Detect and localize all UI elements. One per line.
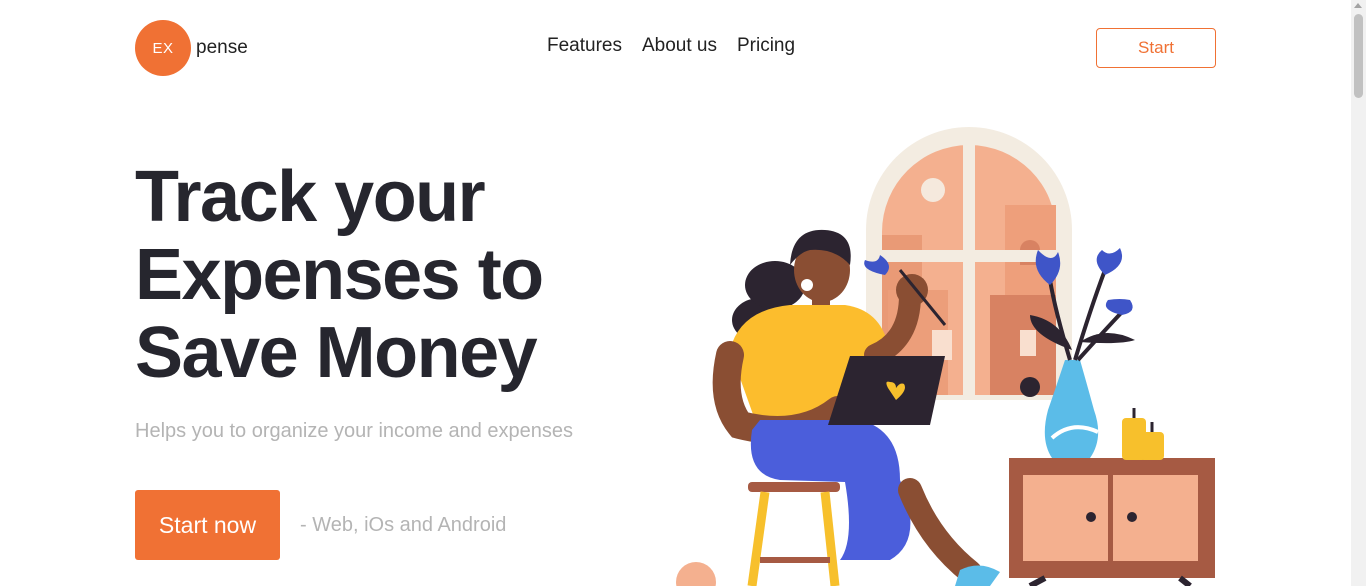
platforms-text: - Web, iOs and Android bbox=[300, 514, 507, 536]
logo-text: pense bbox=[196, 37, 248, 58]
window-mullion-vertical bbox=[963, 142, 975, 397]
stool-rung bbox=[760, 557, 830, 563]
hero-title-line-1: Track your bbox=[135, 157, 486, 237]
scroll-up-arrow-icon[interactable] bbox=[1354, 3, 1362, 8]
hand-right bbox=[896, 274, 928, 306]
hero-subtitle: Helps you to organize your income and ex… bbox=[135, 420, 574, 442]
cabinet-door-right bbox=[1113, 475, 1198, 561]
flower-3-icon bbox=[1105, 299, 1133, 315]
hero-title: Track your Expenses to Save Money bbox=[135, 158, 655, 392]
sun-icon bbox=[921, 178, 945, 202]
leaf-2 bbox=[1080, 332, 1135, 344]
cabinet-knob-left bbox=[1086, 512, 1096, 522]
stool-seat bbox=[748, 482, 840, 492]
woman-with-laptop-illustration bbox=[676, 127, 1215, 586]
flower-2-icon bbox=[1096, 248, 1123, 275]
candle-short bbox=[1140, 432, 1164, 460]
start-button[interactable]: Start bbox=[1096, 28, 1216, 68]
scroll-thumb[interactable] bbox=[1354, 14, 1363, 98]
hero-title-line-3: Save Money bbox=[135, 313, 538, 393]
nav-features-link[interactable]: Features bbox=[547, 35, 622, 57]
earring bbox=[801, 279, 813, 291]
nav-about-link[interactable]: About us bbox=[642, 35, 717, 57]
cabinet-leg-left bbox=[1028, 575, 1047, 586]
logo[interactable]: EX pense bbox=[135, 20, 248, 76]
logo-mark: EX bbox=[135, 20, 191, 76]
landing-page: EX pense Features About us Pricing Start… bbox=[0, 0, 1366, 586]
window-mullion-horizontal bbox=[882, 250, 1056, 262]
leg-lower bbox=[898, 478, 982, 584]
small-dome bbox=[1020, 377, 1040, 397]
stool-leg-right bbox=[820, 491, 840, 586]
vertical-scrollbar[interactable] bbox=[1351, 0, 1366, 586]
main-nav: Features About us Pricing bbox=[547, 35, 795, 57]
cabinet-leg-right bbox=[1178, 575, 1192, 586]
window-lights-1 bbox=[932, 330, 952, 360]
stool-leg-left bbox=[747, 491, 770, 586]
nav-pricing-link[interactable]: Pricing bbox=[737, 35, 795, 57]
window-lights-2 bbox=[1020, 330, 1036, 356]
pot-icon bbox=[676, 562, 716, 586]
cabinet-knob-right bbox=[1127, 512, 1137, 522]
start-now-button[interactable]: Start now bbox=[135, 490, 280, 560]
hero-title-line-2: Expenses to bbox=[135, 235, 544, 315]
